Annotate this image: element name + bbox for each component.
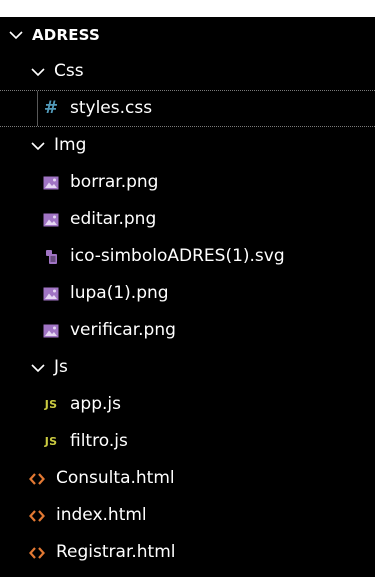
html-icon: [28, 470, 46, 488]
file-borrar-png-label: borrar.png: [70, 172, 159, 192]
html-icon: [28, 507, 46, 525]
image-icon: [42, 211, 60, 229]
image-icon: [42, 174, 60, 192]
file-index-html[interactable]: index.html: [0, 497, 375, 534]
folder-css[interactable]: Css: [0, 53, 375, 90]
hash-icon: #: [43, 98, 59, 118]
file-styles-css-label: styles.css: [70, 98, 153, 118]
folder-js[interactable]: Js: [0, 349, 375, 386]
file-app-js[interactable]: JS app.js: [0, 386, 375, 423]
file-consulta-html-label: Consulta.html: [56, 468, 175, 488]
chevron-down-icon: [30, 360, 46, 376]
folder-js-label: Js: [54, 357, 68, 377]
file-index-html-label: index.html: [56, 505, 147, 525]
file-verificar-png-label: verificar.png: [70, 320, 176, 340]
folder-css-label: Css: [54, 61, 84, 81]
svg-file-icon: [42, 248, 60, 266]
chevron-down-icon: [8, 27, 24, 43]
file-consulta-html[interactable]: Consulta.html: [0, 460, 375, 497]
file-lupa-png[interactable]: lupa(1).png: [0, 275, 375, 312]
root-folder-label: ADRESS: [32, 25, 100, 44]
indent-guide: [37, 91, 38, 126]
file-app-js-label: app.js: [70, 394, 121, 414]
file-ico-svg-label: ico-simboloADRES(1).svg: [70, 246, 285, 266]
chevron-down-icon: [30, 138, 46, 154]
folder-img[interactable]: Img: [0, 127, 375, 164]
file-editar-png[interactable]: editar.png: [0, 201, 375, 238]
file-lupa-png-label: lupa(1).png: [70, 283, 169, 303]
file-editar-png-label: editar.png: [70, 209, 157, 229]
root-folder[interactable]: ADRESS: [0, 17, 375, 53]
js-icon: JS: [44, 398, 58, 411]
file-filtro-js-label: filtro.js: [70, 431, 128, 451]
html-icon: [28, 544, 46, 562]
file-registrar-html[interactable]: Registrar.html: [0, 534, 375, 571]
js-icon: JS: [44, 435, 58, 448]
image-icon: [42, 322, 60, 340]
file-registrar-html-label: Registrar.html: [56, 542, 176, 562]
file-ico-svg[interactable]: ico-simboloADRES(1).svg: [0, 238, 375, 275]
chevron-down-icon: [30, 64, 46, 80]
image-icon: [42, 285, 60, 303]
folder-img-label: Img: [54, 135, 87, 155]
file-verificar-png[interactable]: verificar.png: [0, 312, 375, 349]
file-filtro-js[interactable]: JS filtro.js: [0, 423, 375, 460]
file-explorer: ADRESS Css # styles.css Img borrar.png e…: [0, 17, 375, 577]
file-styles-css[interactable]: # styles.css: [0, 90, 375, 127]
file-borrar-png[interactable]: borrar.png: [0, 164, 375, 201]
